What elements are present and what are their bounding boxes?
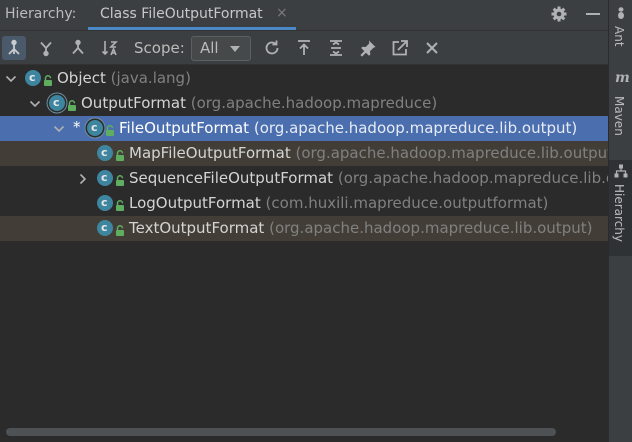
sidebar-tab-hierarchy[interactable]: Hierarchy [609,160,632,256]
public-lock-icon [116,200,124,211]
class-name: TextOutputFormat (org.apache.hadoop.mapr… [129,219,592,237]
class-simple-name: MapFileOutputFormat [129,144,291,162]
class-name: MapFileOutputFormat (org.apache.hadoop.m… [129,144,608,162]
class-package: (com.huxili.mapreduce.outputformat) [265,194,549,212]
panel-header: Hierarchy: Class FileOutputFormat × [0,0,608,31]
class-simple-name: TextOutputFormat [129,219,265,237]
sidebar-tab-label: Ant [612,26,626,47]
scrollbar-thumb[interactable] [6,428,556,436]
chevron-down-icon[interactable] [29,98,41,110]
class-icon: c [97,170,113,186]
sidebar-tab-maven[interactable]: m Maven [609,68,632,154]
sidebar-tab-label: Maven [612,96,626,136]
pin-icon[interactable] [356,36,380,60]
subtypes-hierarchy-icon[interactable] [66,36,90,60]
maven-icon: m [615,70,630,86]
expand-all-icon[interactable] [324,36,348,60]
hierarchy-toolbar: Scope: All [0,31,608,65]
tree-row[interactable]: c TextOutputFormat (org.apache.hadoop.map… [0,216,608,241]
tree-row[interactable]: * c FileOutputFormat (org.apache.hadoop.ma… [0,116,608,141]
hierarchy-label: Hierarchy: [5,6,77,22]
right-tool-window-bar: Ant m Maven Hierarchy [608,0,632,442]
tab-title: Class FileOutputFormat [100,6,263,22]
class-simple-name: FileOutputFormat [119,119,250,137]
chevron-right-icon[interactable] [77,173,89,185]
scope-dropdown[interactable]: All [191,36,251,61]
tree-row[interactable]: c SequenceFileOutputFormat (org.apache.ha… [0,166,608,191]
type-hierarchy-icon[interactable] [2,36,26,60]
supertypes-hierarchy-icon[interactable] [34,36,58,60]
hierarchy-panel: Hierarchy: Class FileOutputFormat × Scop… [0,0,608,442]
public-lock-icon [106,125,114,136]
class-simple-name: Object [57,69,106,87]
class-name: OutputFormat (org.apache.hadoop.mapreduc… [81,94,437,112]
horizontal-scrollbar[interactable] [0,427,608,437]
class-name: SequenceFileOutputFormat (org.apache.had… [129,169,608,187]
chevron-down-icon[interactable] [5,73,17,85]
class-package: (org.apache.hadoop.mapreduce.lib.output) [269,219,593,237]
tree-row[interactable]: c MapFileOutputFormat (org.apache.hadoop.… [0,141,608,166]
sort-alphabetically-icon[interactable] [98,36,122,60]
tree-row[interactable]: c LogOutputFormat (com.huxili.mapreduce.o… [0,191,608,216]
scope-value: All [200,39,219,57]
class-package: (org.apache.hadoop.mapreduce) [190,94,438,112]
public-lock-icon [44,75,52,86]
refresh-icon[interactable] [260,36,284,60]
current-class-marker: * [73,118,81,136]
class-icon: c [97,145,113,161]
minimize-icon[interactable] [583,4,603,24]
class-name: FileOutputFormat (org.apache.hadoop.mapr… [119,119,577,137]
class-name: Object (java.lang) [57,69,191,87]
scope-label: Scope: [134,39,185,57]
tab-close-button[interactable]: × [276,5,288,21]
class-simple-name: LogOutputFormat [129,194,261,212]
class-package: (org.apache.hadoop.mapreduce.lib.output) [295,144,609,162]
class-icon: c [25,70,41,86]
tree-row[interactable]: c Object (java.lang) [0,66,608,91]
autoscroll-icon[interactable] [388,36,412,60]
chevron-down-icon [230,46,240,52]
class-name: LogOutputFormat (com.huxili.mapreduce.ou… [129,194,548,212]
class-icon: c [97,195,113,211]
export-icon[interactable] [292,36,316,60]
abstract-class-icon: c [87,120,103,136]
tab-active-indicator [88,27,296,30]
hierarchy-icon [614,164,628,178]
sidebar-tab-ant[interactable]: Ant [609,0,632,62]
sidebar-tab-label: Hierarchy [612,184,626,243]
class-simple-name: SequenceFileOutputFormat [129,169,334,187]
tab-class-fileoutputformat[interactable]: Class FileOutputFormat × [88,0,296,30]
public-lock-icon [116,225,124,236]
class-icon: c [97,220,113,236]
class-simple-name: OutputFormat [81,94,186,112]
public-lock-icon [68,100,76,111]
public-lock-icon [116,175,124,186]
public-lock-icon [116,150,124,161]
abstract-class-icon: c [49,95,65,111]
chevron-down-icon[interactable] [53,123,65,135]
class-package: (java.lang) [110,69,191,87]
close-icon[interactable] [420,36,444,60]
class-package: (org.apache.hadoop.mapreduce.lib.output) [337,169,608,187]
gear-icon[interactable] [549,4,569,24]
class-package: (org.apache.hadoop.mapreduce.lib.output) [253,119,578,137]
tree-row[interactable]: c OutputFormat (org.apache.hadoop.mapredu… [0,91,608,116]
ant-icon [618,7,624,19]
